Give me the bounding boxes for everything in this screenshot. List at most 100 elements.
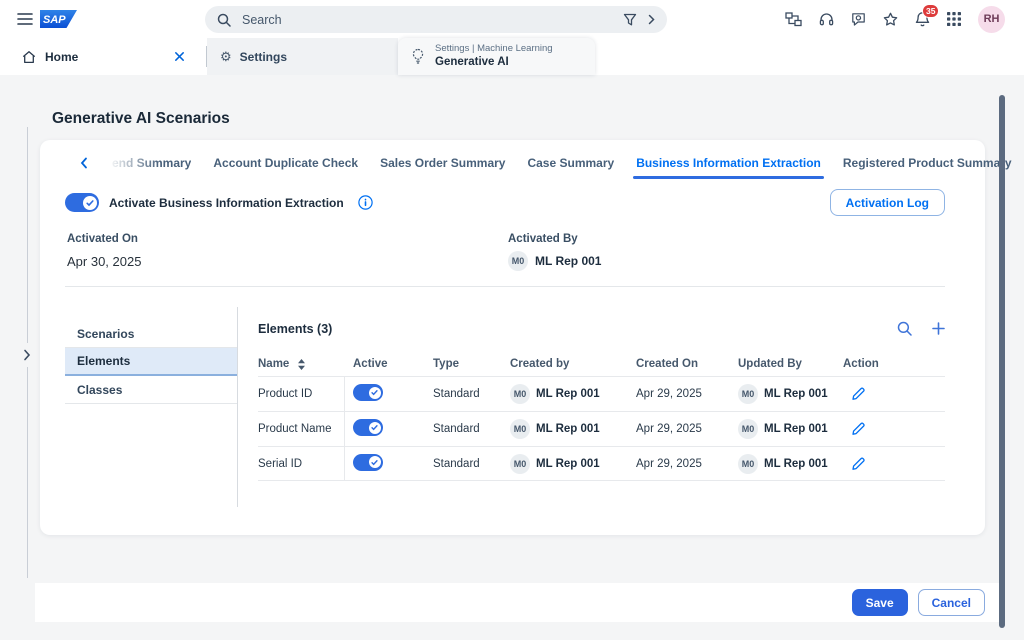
- settings-side-nav: Scenarios Elements Classes: [65, 320, 237, 507]
- activation-log-button[interactable]: Activation Log: [829, 189, 945, 216]
- updated-by-name: ML Rep 001: [764, 423, 828, 435]
- created-by-name: ML Rep 001: [536, 457, 600, 470]
- notifications-bell-icon[interactable]: 35: [915, 4, 940, 27]
- tab-settings[interactable]: ⚙ Settings: [207, 38, 398, 75]
- updated-by-name: ML Rep 001: [764, 457, 828, 470]
- global-search: [205, 6, 667, 33]
- add-element-plus-icon[interactable]: [932, 322, 945, 335]
- scenario-tab-case-summary[interactable]: Case Summary: [527, 156, 614, 170]
- created-on-date: Apr 29, 2025: [636, 423, 702, 435]
- scenario-tab-strip: end Summary Account Duplicate Check Sale…: [40, 140, 1012, 179]
- shell-tab-strip: Home ⚙ Settings Settings | Machine Learn…: [0, 38, 1024, 75]
- column-header-name[interactable]: Name: [258, 358, 353, 370]
- avatar: M0: [738, 453, 758, 474]
- element-name: Serial ID: [258, 447, 345, 480]
- avatar: M0: [510, 419, 530, 439]
- tab-home[interactable]: Home: [0, 38, 205, 75]
- avatar: M0: [510, 453, 530, 474]
- activated-by-value: ML Rep 001: [535, 254, 602, 268]
- top-bar: SAP 35 RH: [0, 0, 1024, 38]
- table-search-icon[interactable]: [897, 321, 912, 336]
- scenario-tab-account-duplicate-check[interactable]: Account Duplicate Check: [213, 156, 358, 170]
- table-header-row: Name Active Type Created by Created On U…: [258, 352, 945, 376]
- lightbulb-icon: [411, 48, 425, 65]
- search-icon: [217, 13, 231, 27]
- column-header-updated-by[interactable]: Updated By: [738, 358, 843, 370]
- scenario-tab-sales-order-summary[interactable]: Sales Order Summary: [380, 156, 505, 170]
- element-type: Standard: [433, 423, 480, 435]
- sidebar-item-elements[interactable]: Elements: [65, 348, 237, 376]
- active-tab-breadcrumb: Settings | Machine Learning: [435, 43, 553, 55]
- column-header-type[interactable]: Type: [433, 358, 510, 370]
- element-type: Standard: [433, 457, 480, 470]
- search-expand-chevron-icon[interactable]: [648, 14, 655, 25]
- elements-pane: Elements (3) Name Active Type Created by…: [238, 287, 985, 507]
- row-active-toggle[interactable]: [353, 384, 383, 401]
- menu-hamburger-icon[interactable]: [17, 12, 33, 29]
- activate-scenario-toggle[interactable]: [65, 193, 99, 212]
- activate-toggle-label: Activate Business Information Extraction: [109, 195, 344, 210]
- row-active-toggle[interactable]: [353, 453, 383, 471]
- sidebar-item-classes[interactable]: Classes: [65, 376, 237, 404]
- element-name: Product Name: [258, 412, 345, 446]
- vertical-scrollbar[interactable]: [999, 95, 1005, 628]
- column-header-created-by[interactable]: Created by: [510, 358, 636, 370]
- elements-table: Name Active Type Created by Created On U…: [258, 352, 945, 481]
- column-header-active[interactable]: Active: [353, 358, 433, 370]
- activated-on-value: Apr 30, 2025: [67, 254, 142, 269]
- close-home-tab-icon[interactable]: [172, 49, 187, 64]
- info-icon[interactable]: [358, 195, 373, 210]
- table-row: Serial ID Standard M0 ML Rep 001 Apr 29, …: [258, 446, 945, 481]
- column-header-action: Action: [843, 358, 879, 370]
- filter-icon[interactable]: [623, 13, 637, 27]
- avatar: M0: [738, 419, 758, 439]
- activated-by-label: Activated By: [508, 233, 578, 245]
- activated-on-label: Activated On: [67, 233, 138, 245]
- org-structure-icon[interactable]: [785, 11, 802, 27]
- save-button[interactable]: Save: [851, 589, 908, 616]
- created-by-name: ML Rep 001: [536, 388, 600, 400]
- svg-text:SAP: SAP: [43, 14, 66, 26]
- column-header-created-on[interactable]: Created On: [636, 358, 738, 370]
- element-name: Product ID: [258, 377, 345, 411]
- avatar: M0: [510, 384, 530, 404]
- tab-generative-ai[interactable]: Settings | Machine Learning Generative A…: [398, 38, 595, 75]
- side-panel-expand-chevron-icon[interactable]: [18, 343, 36, 367]
- activation-toggle-row: Activate Business Information Extraction…: [65, 189, 945, 216]
- created-on-date: Apr 29, 2025: [636, 457, 702, 470]
- cancel-button[interactable]: Cancel: [917, 589, 985, 616]
- scenario-card: end Summary Account Duplicate Check Sale…: [40, 140, 1012, 535]
- headset-support-icon[interactable]: [819, 12, 834, 27]
- table-row: Product ID Standard M0 ML Rep 001 Apr 29,…: [258, 376, 945, 411]
- edit-pencil-icon[interactable]: [851, 387, 865, 401]
- app-launcher-grid-icon[interactable]: [947, 12, 961, 26]
- scenario-tab-registered-product-summary[interactable]: Registered Product Summary: [843, 156, 1012, 170]
- sort-icon: [297, 358, 306, 370]
- created-by-name: ML Rep 001: [536, 423, 600, 435]
- search-input[interactable]: [240, 11, 614, 28]
- favorites-star-icon[interactable]: [883, 12, 898, 27]
- table-row: Product Name Standard M0 ML Rep 001 Apr 2…: [258, 411, 945, 446]
- tab-home-label: Home: [45, 49, 79, 64]
- updated-by-name: ML Rep 001: [764, 388, 828, 400]
- row-active-toggle[interactable]: [353, 419, 383, 436]
- active-tab-title: Generative AI: [435, 56, 509, 69]
- user-avatar[interactable]: RH: [978, 5, 1005, 33]
- avatar: M0: [738, 384, 758, 404]
- tabs-scroll-left-chevron-icon[interactable]: [78, 157, 90, 169]
- tab-settings-label: Settings: [239, 49, 287, 64]
- edit-pencil-icon[interactable]: [851, 457, 865, 471]
- activated-on-field: Activated On Apr 30, 2025: [67, 233, 508, 271]
- sidebar-item-scenarios[interactable]: Scenarios: [65, 320, 237, 348]
- home-icon: [22, 50, 36, 64]
- scenario-tab-business-information-extraction[interactable]: Business Information Extraction: [633, 156, 824, 179]
- feedback-chat-icon[interactable]: [851, 12, 866, 27]
- notification-badge: 35: [922, 4, 940, 18]
- created-on-date: Apr 29, 2025: [636, 388, 702, 400]
- sap-logo: SAP: [40, 10, 77, 31]
- page-title: Generative AI Scenarios: [52, 110, 230, 127]
- activation-details: Activated On Apr 30, 2025 Activated By M…: [67, 233, 945, 271]
- elements-count-title: Elements (3): [258, 321, 333, 336]
- edit-pencil-icon[interactable]: [851, 422, 865, 436]
- scenario-tab-trend-summary[interactable]: end Summary: [112, 156, 191, 170]
